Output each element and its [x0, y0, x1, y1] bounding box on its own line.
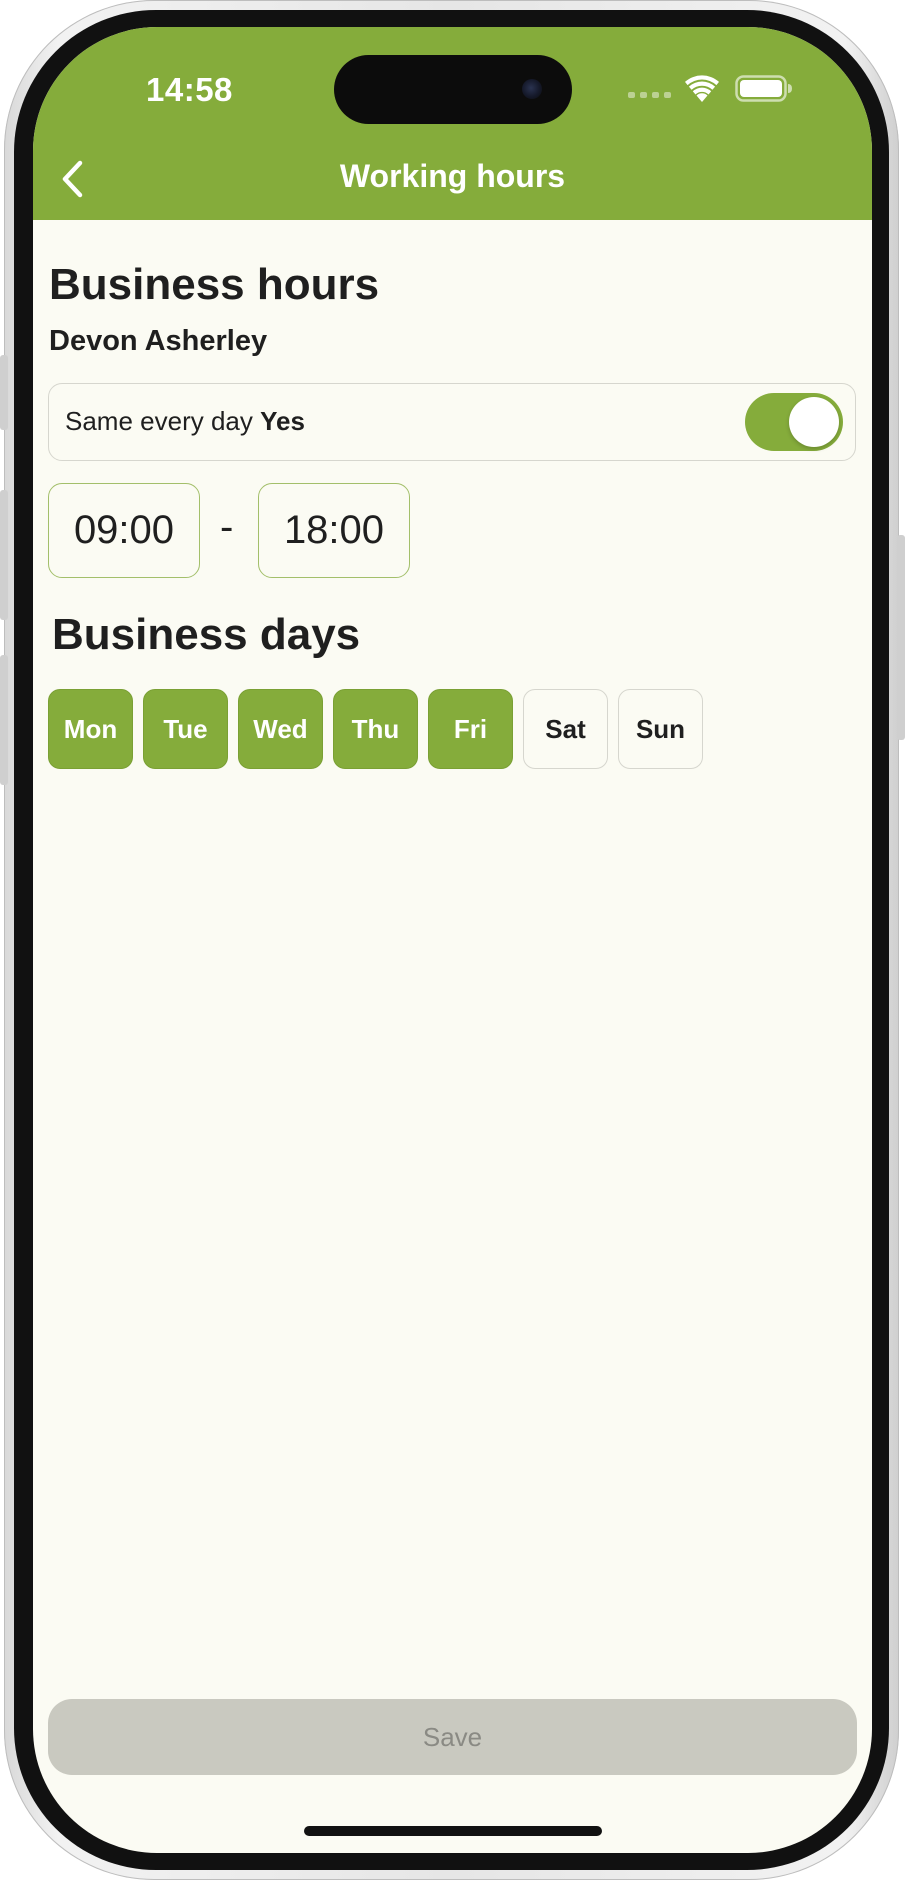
- power-button: [897, 535, 905, 740]
- time-separator: -: [220, 505, 234, 549]
- page-title: Working hours: [339, 158, 566, 194]
- same-every-day-text: Same every day: [65, 406, 253, 436]
- business-hours-heading: Business hours: [49, 260, 380, 309]
- app-screen: 14:58 Working hours Business hours Devon…: [33, 27, 872, 1853]
- same-every-day-toggle[interactable]: [745, 393, 843, 451]
- action-button: [0, 355, 8, 430]
- dynamic-island: [334, 55, 572, 124]
- chevron-left-icon[interactable]: [53, 155, 93, 203]
- app-header: 14:58 Working hours: [33, 27, 872, 220]
- day-chip-tue[interactable]: Tue: [143, 689, 228, 769]
- day-chip-sat[interactable]: Sat: [523, 689, 608, 769]
- day-chip-sun[interactable]: Sun: [618, 689, 703, 769]
- business-days-heading: Business days: [52, 610, 361, 659]
- same-every-day-label: Same every day Yes: [65, 406, 305, 437]
- same-every-day-row: Same every day Yes: [48, 383, 856, 461]
- front-camera-icon: [522, 79, 542, 99]
- status-time: 14:58: [146, 71, 233, 108]
- day-chip-fri[interactable]: Fri: [428, 689, 513, 769]
- volume-down-button: [0, 655, 8, 785]
- business-days-selector: Mon Tue Wed Thu Fri Sat Sun: [48, 689, 703, 769]
- end-time-field[interactable]: 18:00: [258, 483, 410, 578]
- day-chip-thu[interactable]: Thu: [333, 689, 418, 769]
- battery-icon: [735, 75, 792, 102]
- volume-up-button: [0, 490, 8, 620]
- start-time-field[interactable]: 09:00: [48, 483, 200, 578]
- wifi-icon: [685, 75, 719, 102]
- save-button[interactable]: Save: [48, 1699, 857, 1775]
- toggle-knob: [789, 397, 839, 447]
- cellular-signal-icon: [628, 92, 672, 98]
- same-every-day-value: Yes: [260, 406, 305, 436]
- home-indicator: [304, 1826, 602, 1836]
- day-chip-wed[interactable]: Wed: [238, 689, 323, 769]
- day-chip-mon[interactable]: Mon: [48, 689, 133, 769]
- person-name: Devon Asherley: [49, 325, 268, 357]
